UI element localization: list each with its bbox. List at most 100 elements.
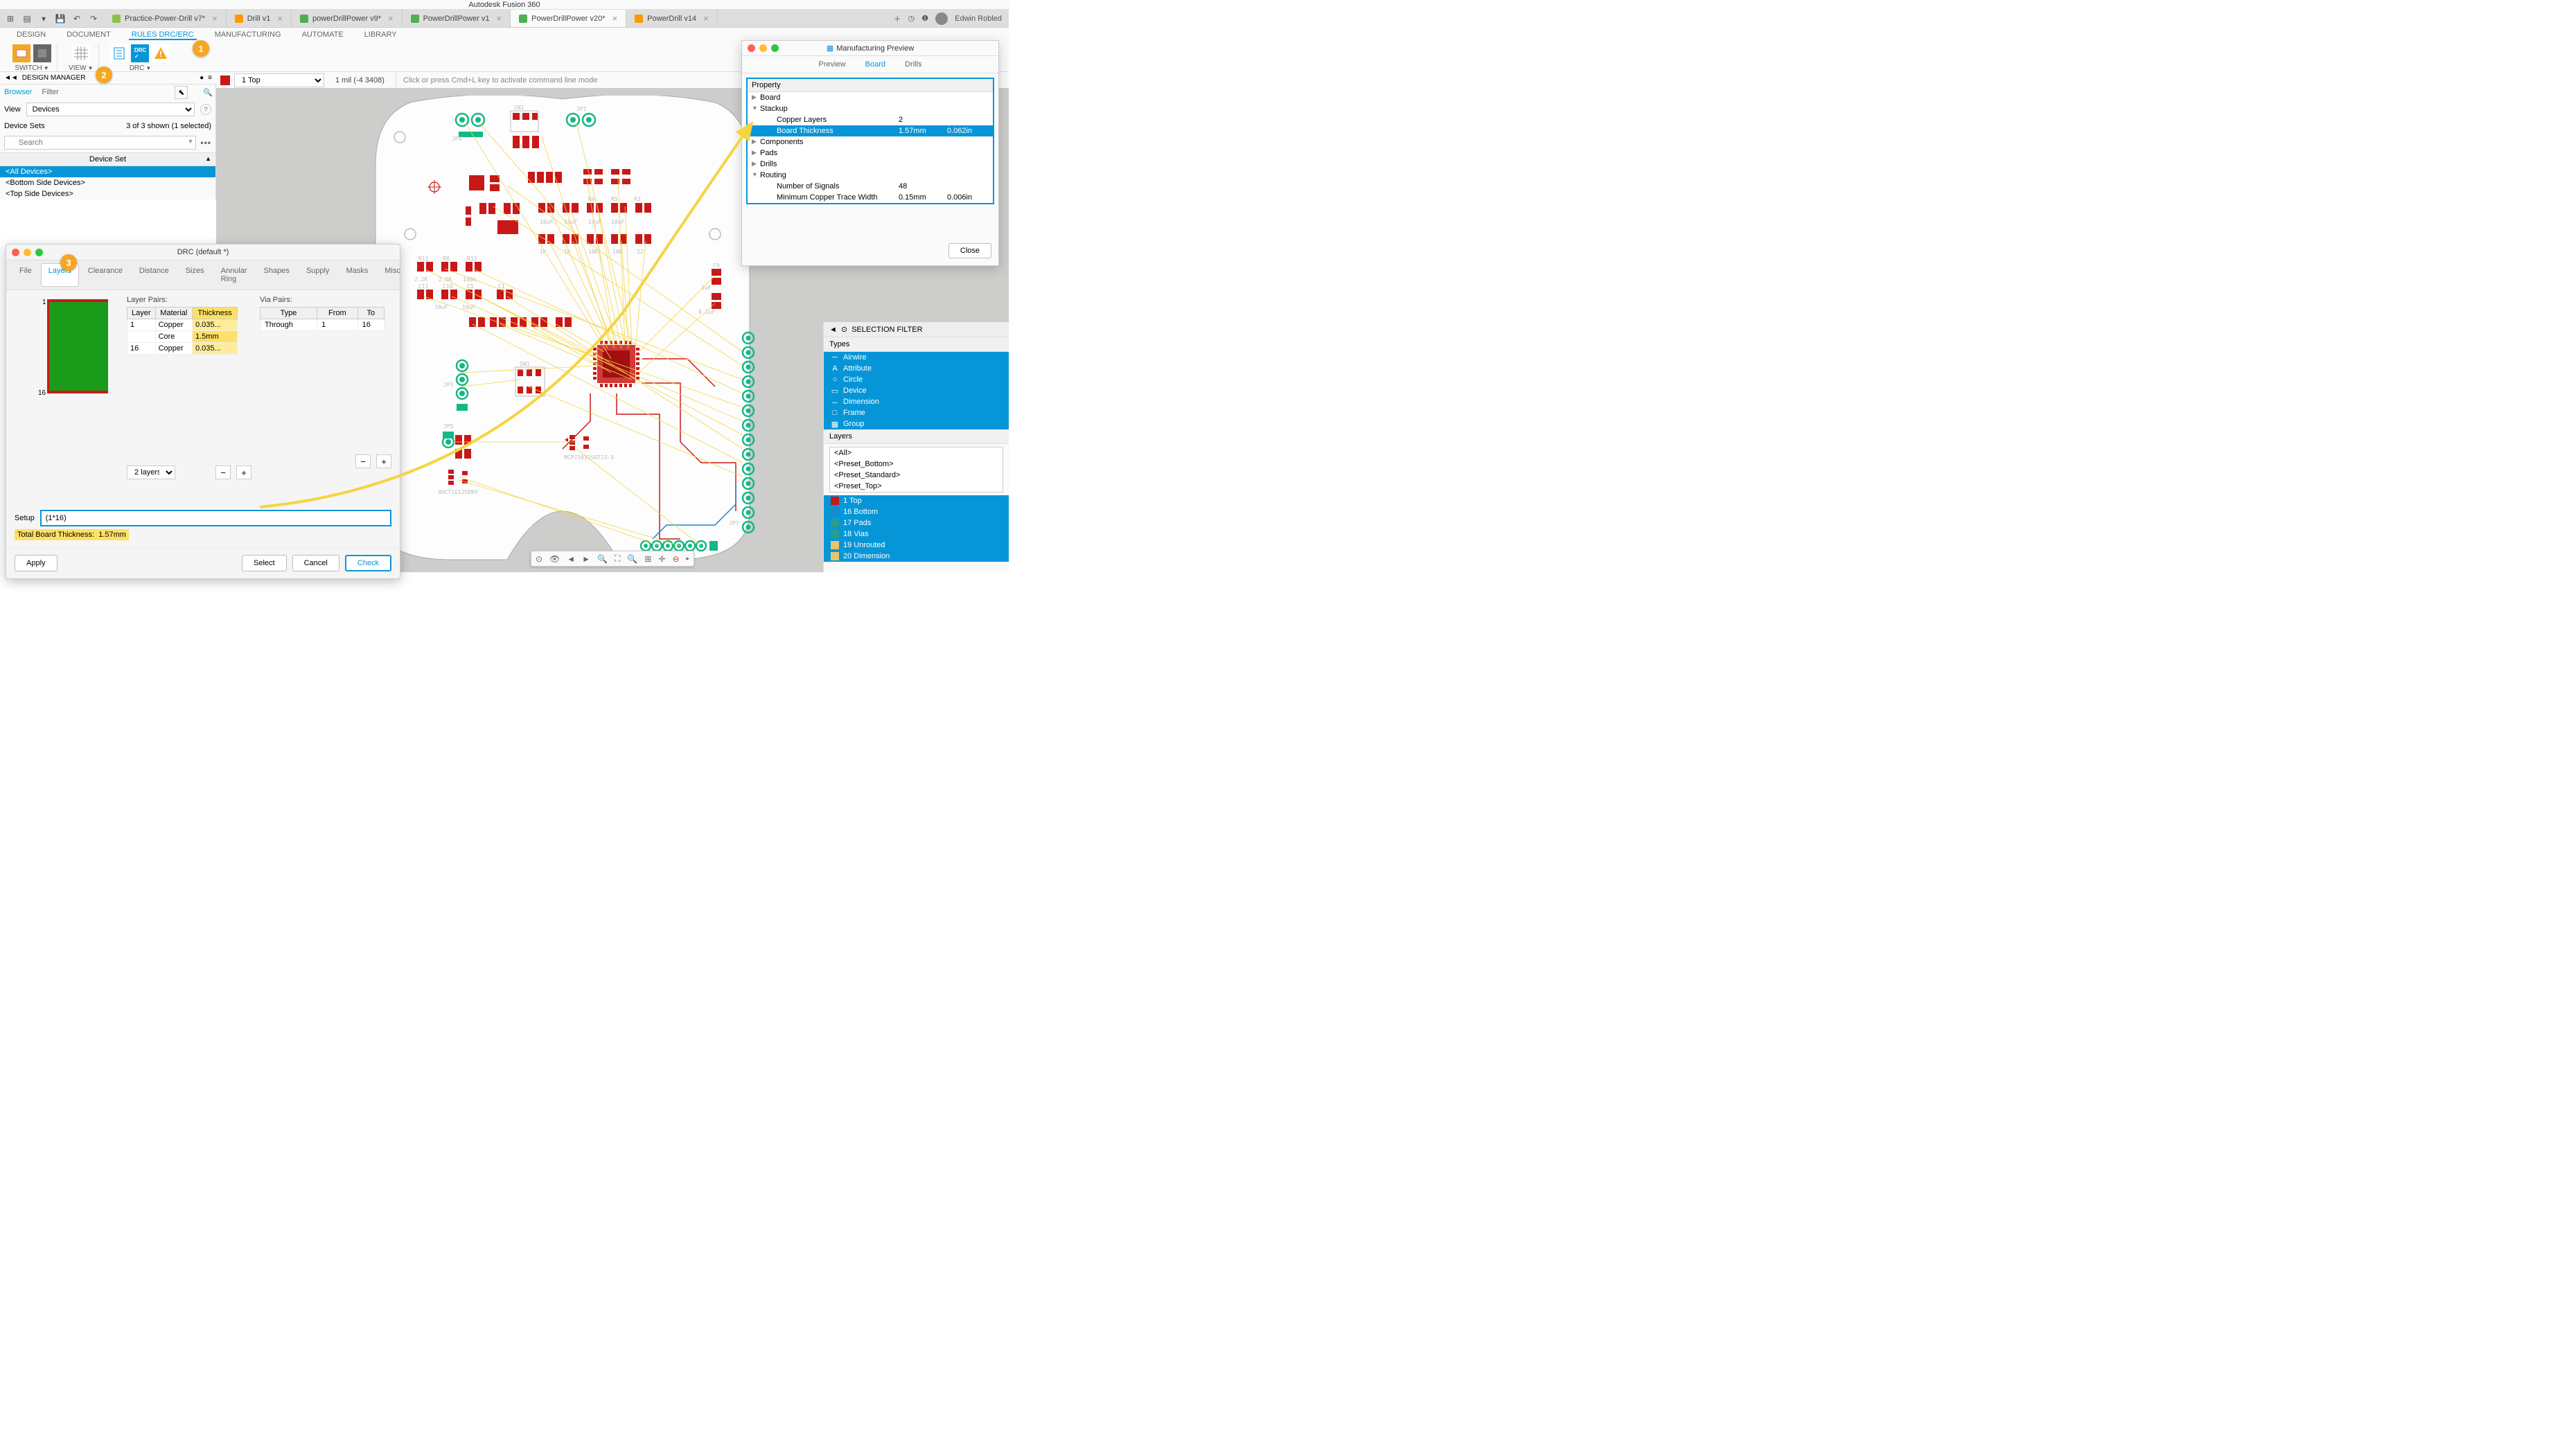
filter-type-circle[interactable]: ○Circle xyxy=(824,374,1009,385)
layer-pair-row[interactable]: 1Copper0.035... xyxy=(127,319,238,331)
via-plus-button[interactable]: + xyxy=(376,454,391,468)
property-row[interactable]: ▶Drills xyxy=(748,159,993,170)
tab-close-icon[interactable]: × xyxy=(703,13,709,24)
filter-type-device[interactable]: ▭Device xyxy=(824,385,1009,396)
fit-icon[interactable]: ⊙ xyxy=(536,554,542,564)
document-tab[interactable]: Drill v1× xyxy=(227,10,292,27)
filter-type-dimension[interactable]: ↔Dimension xyxy=(824,396,1009,407)
vp-col-to[interactable]: To xyxy=(357,308,384,319)
extensions-icon[interactable]: ◷ xyxy=(908,14,915,23)
layer-pair-row[interactable]: 16Copper0.035... xyxy=(127,343,238,355)
filter-tab[interactable]: Filter xyxy=(42,88,58,96)
center-icon[interactable]: ✛ xyxy=(658,554,665,564)
lp-col-thickness[interactable]: Thickness xyxy=(193,308,238,319)
tab-close-icon[interactable]: × xyxy=(388,13,394,24)
apply-button[interactable]: Apply xyxy=(15,555,58,571)
ribbon-tab-rules-drc-erc[interactable]: RULES DRC/ERC xyxy=(129,30,197,40)
expand-arrow-icon[interactable]: ▶ xyxy=(752,149,760,157)
layer-preset-item[interactable]: <All> xyxy=(830,447,1003,459)
select-button[interactable]: Select xyxy=(242,555,287,571)
layer-minus-button[interactable]: − xyxy=(215,465,231,479)
notification-icon[interactable]: ❶ xyxy=(921,14,928,23)
setup-input[interactable] xyxy=(40,510,391,526)
expand-arrow-icon[interactable]: ▸ xyxy=(687,555,690,562)
expand-arrow-icon[interactable]: ▶ xyxy=(752,138,760,146)
mfg-tab-board[interactable]: Board xyxy=(857,59,894,70)
stop-icon[interactable]: ⊖ xyxy=(672,554,679,564)
zoom-tool-icon[interactable]: 🔍 xyxy=(200,87,215,98)
drc-tab-sizes[interactable]: Sizes xyxy=(178,263,212,287)
via-pairs-table[interactable]: Type From To Through116 xyxy=(260,307,385,331)
drc-errors-icon[interactable]: ! xyxy=(152,44,170,62)
mfg-property-tree[interactable]: Property ▶Board▼StackupCopper Layers2Boa… xyxy=(746,78,994,204)
document-tab[interactable]: powerDrillPower v9*× xyxy=(292,10,403,27)
mfg-tab-preview[interactable]: Preview xyxy=(811,59,854,70)
layer-preset-item[interactable]: <Preset_Bottom> xyxy=(830,459,1003,470)
drc-rules-icon[interactable] xyxy=(110,44,128,62)
mfg-minimize-icon[interactable] xyxy=(759,44,767,52)
filter-type-airwire[interactable]: ─Airwire xyxy=(824,352,1009,363)
layer-preset-item[interactable]: <Preset_Standard> xyxy=(830,470,1003,481)
layers-count-select[interactable]: 2 layers xyxy=(127,465,175,479)
drc-tab-file[interactable]: File xyxy=(12,263,39,287)
undo-icon[interactable]: ↶ xyxy=(72,14,82,24)
lp-col-material[interactable]: Material xyxy=(155,308,192,319)
expand-arrow-icon[interactable]: ▶ xyxy=(752,160,760,168)
app-grid-icon[interactable]: ⊞ xyxy=(6,14,15,24)
cancel-button[interactable]: Cancel xyxy=(292,555,339,571)
tab-close-icon[interactable]: × xyxy=(612,13,618,24)
file-icon[interactable]: ▤ xyxy=(22,14,32,24)
layer-preset-item[interactable]: <Preset_Top> xyxy=(830,481,1003,492)
ribbon-tab-automate[interactable]: AUTOMATE xyxy=(299,30,346,40)
layer-item[interactable]: 1 Top xyxy=(824,495,1009,506)
help-icon[interactable]: ? xyxy=(200,104,211,115)
property-row[interactable]: ▶Components xyxy=(748,136,993,148)
property-row[interactable]: ▶Pads xyxy=(748,148,993,159)
view-select[interactable]: Devices xyxy=(26,103,195,116)
browser-tab[interactable]: Browser xyxy=(4,88,32,96)
back-arrow-icon[interactable]: ◄ xyxy=(829,326,837,334)
user-avatar[interactable] xyxy=(935,12,948,25)
ribbon-tab-manufacturing[interactable]: MANUFACTURING xyxy=(212,30,284,40)
document-tab[interactable]: PowerDrillPower v1× xyxy=(403,10,511,27)
ribbon-tab-library[interactable]: LIBRARY xyxy=(362,30,400,40)
lp-col-layer[interactable]: Layer xyxy=(127,308,156,319)
save-icon[interactable]: 💾 xyxy=(55,14,65,24)
property-row[interactable]: ▶Board xyxy=(748,92,993,103)
drc-tab-clearance[interactable]: Clearance xyxy=(80,263,130,287)
layer-item[interactable]: 16 Bottom xyxy=(824,506,1009,517)
zoom-out-icon[interactable]: 🔍 xyxy=(627,554,637,564)
ribbon-tab-design[interactable]: DESIGN xyxy=(14,30,48,40)
filter-type-frame[interactable]: □Frame xyxy=(824,407,1009,418)
nav-fwd-icon[interactable]: ► xyxy=(582,554,590,564)
layer-item[interactable]: 19 Unrouted xyxy=(824,540,1009,551)
device-set-item[interactable]: <Top Side Devices> xyxy=(0,188,215,199)
tab-close-icon[interactable]: × xyxy=(497,13,502,24)
expand-arrow-icon[interactable]: ▼ xyxy=(752,105,760,113)
layer-presets-list[interactable]: <All><Preset_Bottom><Preset_Standard><Pr… xyxy=(829,447,1003,492)
layer-pairs-table[interactable]: Layer Material Thickness 1Copper0.035...… xyxy=(127,307,238,355)
property-row[interactable]: ▼Routing xyxy=(748,170,993,181)
device-set-col-header[interactable]: Device Set ▲ xyxy=(0,152,215,166)
search-input[interactable] xyxy=(4,136,196,150)
mfg-close-icon[interactable] xyxy=(748,44,755,52)
layer-item[interactable]: 18 Vias xyxy=(824,529,1009,540)
layer-select[interactable]: 1 Top xyxy=(234,73,324,87)
tab-close-icon[interactable]: × xyxy=(212,13,218,24)
dropdown-icon[interactable]: ▾ xyxy=(39,14,48,24)
minimize-icon[interactable] xyxy=(24,249,31,256)
vp-col-type[interactable]: Type xyxy=(261,308,317,319)
document-tab[interactable]: PowerDrillPower v20*× xyxy=(511,10,626,27)
drc-tab-distance[interactable]: Distance xyxy=(132,263,177,287)
device-set-item[interactable]: <Bottom Side Devices> xyxy=(0,177,215,188)
tab-close-icon[interactable]: × xyxy=(277,13,283,24)
ribbon-tab-document[interactable]: DOCUMENT xyxy=(64,30,114,40)
layer-item[interactable]: 17 Pads xyxy=(824,517,1009,529)
drc-tab-shapes[interactable]: Shapes xyxy=(256,263,297,287)
layer-pair-row[interactable]: Core1.5mm xyxy=(127,331,238,343)
drc-check-icon[interactable]: DRC✓ xyxy=(131,44,149,62)
vp-col-from[interactable]: From xyxy=(317,308,357,319)
document-tab[interactable]: PowerDrill v14× xyxy=(626,10,718,27)
collapse-icon[interactable]: ◄◄ xyxy=(4,74,18,82)
design-manager-menu-icon[interactable]: ≡ xyxy=(208,74,212,82)
